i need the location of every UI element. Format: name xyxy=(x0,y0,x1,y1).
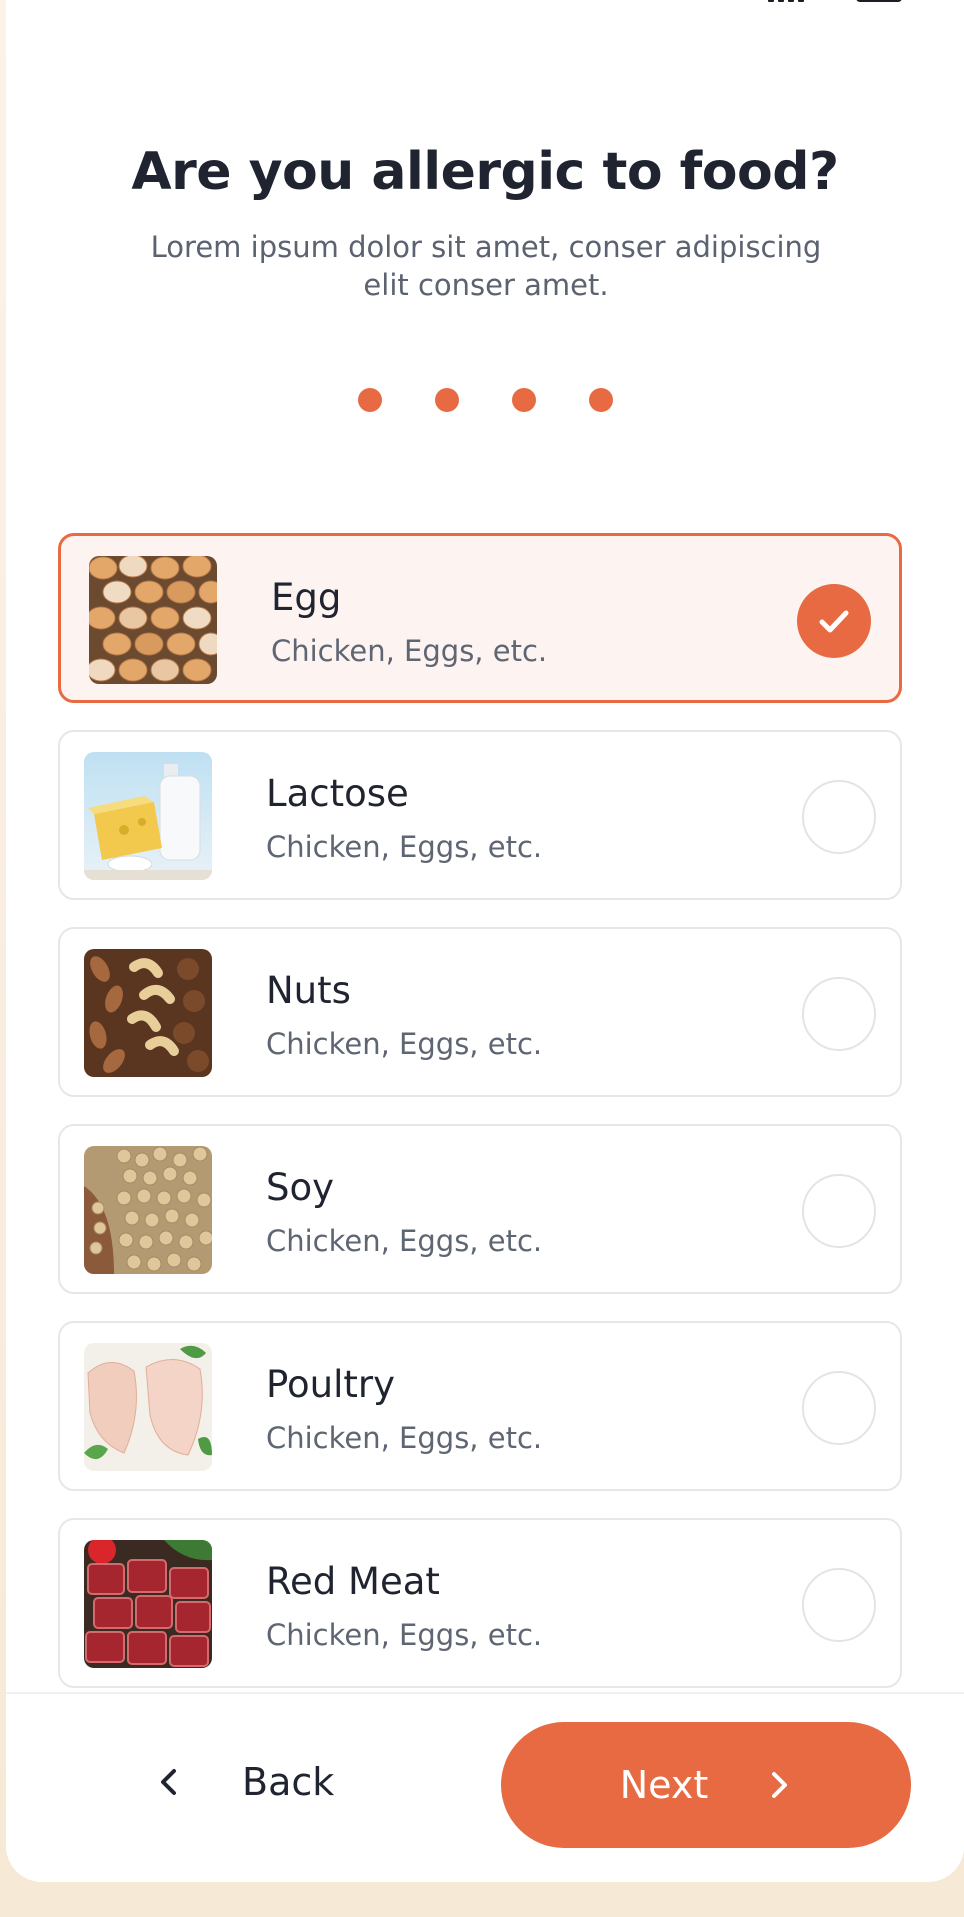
step-dot xyxy=(511,388,536,412)
signal-icon xyxy=(768,0,804,2)
chevron-right-icon xyxy=(772,1772,788,1798)
option-name: Red Meat xyxy=(266,1560,440,1603)
option-description: Chicken, Eggs, etc. xyxy=(266,1027,543,1061)
egg-photo xyxy=(89,556,217,684)
allergy-option-nuts[interactable]: Nuts Chicken, Eggs, etc. xyxy=(58,927,902,1097)
battery-icon xyxy=(856,0,902,2)
red-meat-photo xyxy=(84,1540,212,1668)
radio-button[interactable] xyxy=(802,1568,876,1642)
step-dot xyxy=(588,388,613,412)
step-dot xyxy=(434,388,459,412)
step-dot xyxy=(357,388,382,412)
bottom-action-bar: Back Next xyxy=(6,1692,964,1882)
option-description: Chicken, Eggs, etc. xyxy=(266,1421,543,1455)
chevron-left-icon xyxy=(161,1769,176,1795)
page-title: Are you allergic to food? xyxy=(131,142,839,202)
option-name: Soy xyxy=(266,1166,335,1209)
allergy-option-poultry[interactable]: Poultry Chicken, Eggs, etc. xyxy=(58,1321,902,1491)
radio-button[interactable] xyxy=(802,780,876,854)
back-label: Back xyxy=(242,1760,335,1804)
checkmark-icon[interactable] xyxy=(797,584,871,658)
allergy-option-soy[interactable]: Soy Chicken, Eggs, etc. xyxy=(58,1124,902,1294)
option-name: Nuts xyxy=(266,969,351,1012)
chicken-breast-photo xyxy=(84,1343,212,1471)
status-bar xyxy=(6,0,964,10)
next-label: Next xyxy=(619,1763,709,1807)
step-indicator xyxy=(6,388,964,412)
nuts-photo xyxy=(84,949,212,1077)
option-name: Lactose xyxy=(266,772,409,815)
allergy-option-lactose[interactable]: Lactose Chicken, Eggs, etc. xyxy=(58,730,902,900)
option-description: Chicken, Eggs, etc. xyxy=(266,830,543,864)
radio-button[interactable] xyxy=(802,1371,876,1445)
milk-cheese-photo xyxy=(84,752,212,880)
radio-button[interactable] xyxy=(802,1174,876,1248)
page-subtitle: Lorem ipsum dolor sit amet, conser adipi… xyxy=(150,230,822,302)
radio-button[interactable] xyxy=(802,977,876,1051)
allergy-option-egg[interactable]: Egg Chicken, Eggs, etc. xyxy=(58,533,902,703)
option-name: Poultry xyxy=(266,1363,395,1406)
allergy-option-red-meat[interactable]: Red Meat Chicken, Eggs, etc. xyxy=(58,1518,902,1688)
next-button[interactable]: Next xyxy=(501,1722,911,1848)
option-description: Chicken, Eggs, etc. xyxy=(266,1224,543,1258)
option-description: Chicken, Eggs, etc. xyxy=(271,634,548,668)
option-description: Chicken, Eggs, etc. xyxy=(266,1618,543,1652)
phone-screen: Are you allergic to food? Lorem ipsum do… xyxy=(6,0,964,1882)
back-button[interactable]: Back xyxy=(156,1744,334,1820)
option-name: Egg xyxy=(271,576,342,619)
soybeans-photo xyxy=(84,1146,212,1274)
